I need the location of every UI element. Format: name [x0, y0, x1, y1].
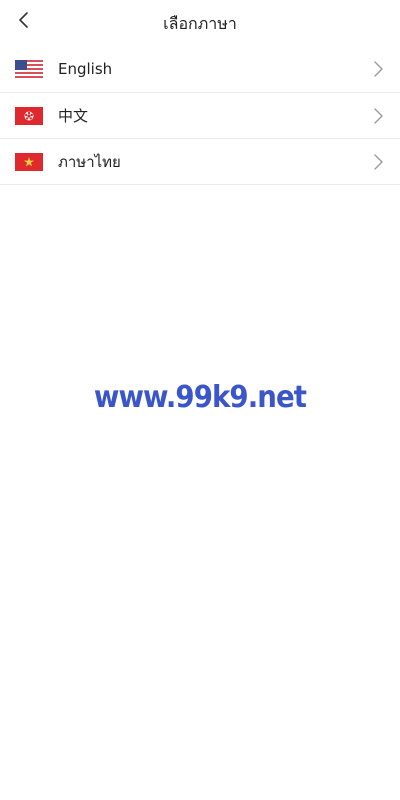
- language-item-thai[interactable]: ภาษาไทย: [0, 139, 400, 185]
- header: เลือกภาษา: [0, 0, 400, 46]
- chevron-right-icon: [372, 60, 384, 78]
- language-list: English 中文 ภาษาไทย: [0, 46, 400, 185]
- page-title: เลือกภาษา: [163, 14, 237, 33]
- us-flag-icon: [15, 60, 43, 78]
- hong-kong-flag-icon: [15, 106, 43, 125]
- back-button[interactable]: [10, 8, 38, 36]
- language-label: English: [58, 60, 113, 78]
- language-label: 中文: [58, 107, 89, 125]
- watermark-text: www.99k9.net: [93, 380, 307, 415]
- language-label: ภาษาไทย: [58, 152, 121, 171]
- language-item-english[interactable]: English: [0, 46, 400, 93]
- language-item-chinese[interactable]: 中文: [0, 93, 400, 139]
- chevron-left-icon: [17, 10, 31, 34]
- chevron-right-icon: [372, 107, 384, 125]
- vietnam-flag-icon: [15, 152, 43, 171]
- chevron-right-icon: [372, 153, 384, 171]
